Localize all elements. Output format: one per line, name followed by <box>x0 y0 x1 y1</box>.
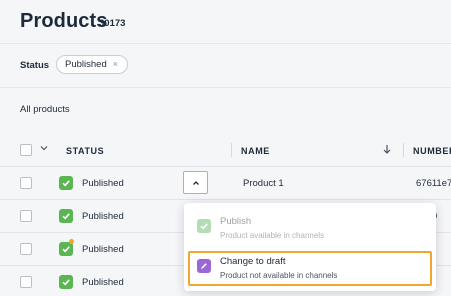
check-icon <box>59 242 73 256</box>
status-text: Published <box>82 211 124 222</box>
row-checkbox[interactable] <box>20 276 32 288</box>
close-icon[interactable]: × <box>113 60 118 69</box>
menu-item-change-to-draft[interactable]: Change to draft Product not available in… <box>188 251 432 286</box>
page-header: Products 30173 <box>0 0 451 44</box>
row-checkbox[interactable] <box>20 177 32 189</box>
check-icon <box>197 219 211 233</box>
pending-changes-dot <box>69 239 74 244</box>
column-header-status[interactable]: STATUS <box>66 146 104 156</box>
select-all-checkbox[interactable] <box>20 144 32 156</box>
product-number: 67611e7 <box>416 178 451 189</box>
row-checkbox[interactable] <box>20 210 32 222</box>
check-icon <box>59 176 73 190</box>
filter-bar: Status Published × <box>0 44 451 88</box>
menu-item-title: Publish <box>220 216 252 227</box>
menu-item-subtitle: Product available in channels <box>220 231 325 240</box>
status-filter-chip-label: Published <box>65 59 107 70</box>
status-filter-chip[interactable]: Published × <box>56 55 128 74</box>
status-menu-toggle-button[interactable] <box>183 171 208 194</box>
status-text: Published <box>82 277 124 288</box>
status-text: Published <box>82 178 124 189</box>
row-checkbox[interactable] <box>20 243 32 255</box>
page-title: Products <box>20 10 108 32</box>
table-header: STATUS NAME NUMBER <box>0 133 451 167</box>
column-divider[interactable] <box>231 143 232 157</box>
table-row[interactable]: Published Product 1 67611e7 <box>0 167 451 200</box>
column-header-name[interactable]: NAME <box>241 146 270 156</box>
status-filter-label: Status <box>20 60 50 71</box>
section-title: All products <box>20 104 70 115</box>
column-header-number[interactable]: NUMBER <box>413 146 451 156</box>
product-name[interactable]: Product 1 <box>243 178 284 189</box>
column-divider[interactable] <box>403 143 404 157</box>
menu-item-subtitle: Product not available in channels <box>220 271 338 280</box>
chevron-up-icon <box>192 180 199 185</box>
product-count: 30173 <box>99 18 126 29</box>
check-icon <box>59 209 73 223</box>
menu-item-title: Change to draft <box>220 256 286 267</box>
sort-arrow-down-icon[interactable] <box>383 144 391 157</box>
pencil-icon <box>197 259 211 273</box>
status-text: Published <box>82 244 124 255</box>
check-icon <box>59 275 73 289</box>
chevron-down-icon[interactable] <box>40 144 48 154</box>
menu-item-publish[interactable]: Publish Product available in channels <box>188 211 432 246</box>
status-dropdown-menu: Publish Product available in channels Ch… <box>184 203 436 291</box>
